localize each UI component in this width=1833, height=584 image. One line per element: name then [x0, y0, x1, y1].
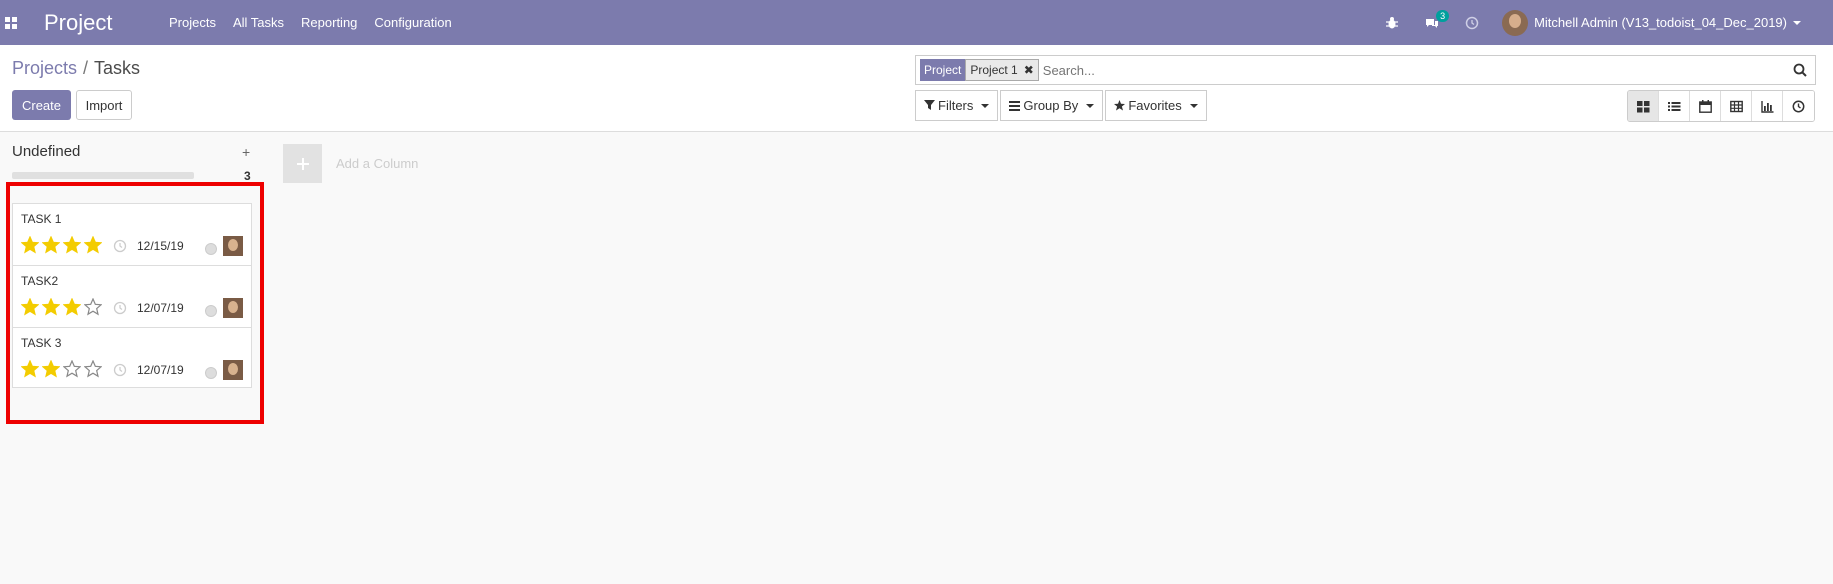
favorites-label: Favorites: [1128, 98, 1182, 113]
chevron-down-icon: [1189, 103, 1198, 108]
activity-clock-icon[interactable]: [1452, 16, 1492, 30]
view-switcher: [1627, 90, 1815, 122]
column-progress-bar[interactable]: [12, 172, 194, 179]
search-input[interactable]: [1042, 62, 1785, 78]
column-count: 3: [244, 169, 251, 183]
user-avatar[interactable]: [1502, 9, 1529, 36]
group-by-label: Group By: [1023, 98, 1079, 113]
add-column-label[interactable]: Add a Column: [336, 156, 418, 171]
clock-icon: [1792, 100, 1805, 112]
control-panel: Projects / Tasks Create Import Project Pro…: [0, 45, 1833, 132]
list-view-button[interactable]: [1659, 91, 1690, 121]
remove-facet-icon[interactable]: ✖: [1024, 63, 1034, 77]
create-button[interactable]: Create: [12, 90, 71, 120]
bar-chart-icon: [1760, 100, 1773, 113]
breadcrumb-projects-link[interactable]: Projects: [12, 58, 77, 78]
chevron-down-icon: [1086, 103, 1095, 108]
breadcrumb-separator: /: [83, 58, 89, 78]
list-icon: [1667, 101, 1680, 111]
import-button[interactable]: Import: [76, 90, 132, 120]
menu-item-all-tasks[interactable]: All Tasks: [233, 15, 284, 30]
menu-item-configuration[interactable]: Configuration: [374, 15, 451, 30]
filters-label: Filters: [938, 98, 974, 113]
chevron-down-icon: [981, 103, 990, 108]
apps-menu-icon[interactable]: [0, 0, 24, 45]
bars-icon: [1009, 101, 1021, 111]
messages-icon[interactable]: 3: [1412, 9, 1452, 30]
kanban-view-button[interactable]: [1628, 91, 1659, 121]
kanban-icon: [1636, 100, 1649, 112]
user-menu[interactable]: Mitchell Admin (V13_todoist_04_Dec_2019): [1534, 15, 1801, 30]
add-column-button[interactable]: [283, 144, 322, 183]
search-facet: Project Project 1 ✖: [920, 59, 1039, 81]
facet-value-label: Project 1: [970, 63, 1018, 77]
graph-view-button[interactable]: [1752, 91, 1783, 121]
search-icon[interactable]: [1785, 63, 1815, 77]
menu-item-reporting[interactable]: Reporting: [301, 15, 357, 30]
top-navbar: Project Projects All Tasks Reporting Con…: [0, 0, 1833, 45]
filters-dropdown[interactable]: Filters: [915, 90, 999, 121]
breadcrumb-current: Tasks: [94, 58, 141, 78]
facet-value: Project 1 ✖: [965, 59, 1039, 81]
table-icon: [1729, 100, 1743, 112]
group-by-dropdown[interactable]: Group By: [1000, 90, 1104, 121]
search-options: Filters Group By Favorites: [915, 90, 1209, 121]
plus-icon: [296, 157, 309, 170]
breadcrumb: Projects / Tasks: [12, 58, 140, 79]
menu-item-projects[interactable]: Projects: [169, 15, 216, 30]
systray: 3 Mitchell Admin (V13_todoist_04_Dec_201…: [1372, 0, 1833, 45]
user-name-label: Mitchell Admin (V13_todoist_04_Dec_2019): [1534, 15, 1787, 30]
column-title[interactable]: Undefined: [12, 143, 80, 160]
quick-create-icon[interactable]: +: [242, 144, 250, 160]
favorites-dropdown[interactable]: Favorites: [1105, 90, 1207, 121]
highlight-box: [6, 182, 264, 424]
activity-view-button[interactable]: [1783, 91, 1814, 121]
search-bar: Project Project 1 ✖: [915, 55, 1816, 85]
app-brand[interactable]: Project: [44, 10, 169, 36]
calendar-view-button[interactable]: [1690, 91, 1721, 121]
facet-category: Project: [920, 59, 966, 81]
calendar-icon: [1698, 99, 1712, 113]
star-icon: [1114, 100, 1126, 111]
pivot-view-button[interactable]: [1721, 91, 1752, 121]
bug-icon[interactable]: [1372, 16, 1412, 30]
chevron-down-icon: [1793, 20, 1801, 25]
main-menu: Projects All Tasks Reporting Configurati…: [169, 15, 469, 30]
filter-icon: [924, 100, 935, 110]
messages-count-badge: 3: [1436, 9, 1450, 22]
